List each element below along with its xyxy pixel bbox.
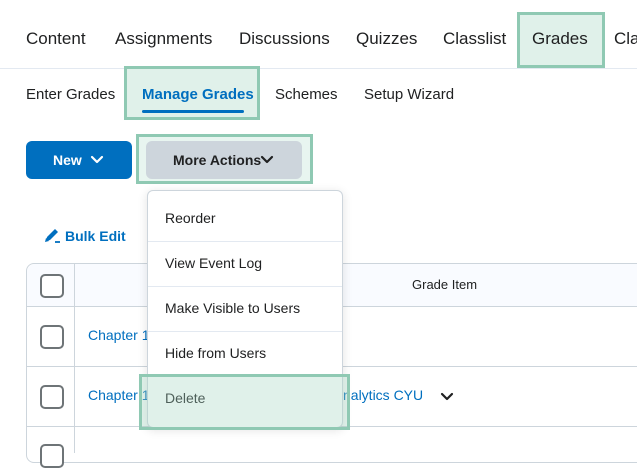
- menu-item-make-visible[interactable]: Make Visible to Users: [148, 287, 342, 332]
- chevron-down-icon: [260, 152, 274, 169]
- active-tab-indicator: [142, 110, 244, 113]
- row-checkbox[interactable]: [40, 444, 64, 468]
- subnav-enter-grades[interactable]: Enter Grades: [26, 86, 115, 103]
- subnav-setup-wizard[interactable]: Setup Wizard: [364, 86, 454, 103]
- delete-highlight: [139, 374, 350, 430]
- chevron-down-icon: [90, 152, 104, 169]
- new-button-label: New: [53, 152, 82, 168]
- menu-item-label: Reorder: [165, 210, 216, 226]
- new-button[interactable]: New: [26, 141, 132, 179]
- menu-item-label: View Event Log: [165, 255, 263, 271]
- nav-more-truncated[interactable]: Cla: [614, 29, 637, 49]
- nav-grades[interactable]: Grades: [532, 29, 588, 49]
- menu-item-label: Make Visible to Users: [165, 300, 301, 316]
- row-checkbox[interactable]: [40, 325, 64, 349]
- select-all-checkbox[interactable]: [40, 274, 64, 298]
- row-checkbox[interactable]: [40, 385, 64, 409]
- nav-discussions[interactable]: Discussions: [239, 29, 330, 49]
- grade-item-column-header[interactable]: Grade Item: [412, 277, 477, 292]
- bulk-edit-label: Bulk Edit: [65, 228, 126, 244]
- menu-item-hide-from-users[interactable]: Hide from Users: [148, 332, 342, 377]
- table-row-link-suffix[interactable]: nalytics CYU: [343, 387, 423, 403]
- menu-item-label: Hide from Users: [165, 345, 267, 361]
- nav-classlist[interactable]: Classlist: [443, 29, 506, 49]
- menu-item-view-event-log[interactable]: View Event Log: [148, 242, 342, 287]
- more-actions-button[interactable]: More Actions: [146, 141, 302, 179]
- nav-content[interactable]: Content: [26, 29, 86, 49]
- nav-quizzes[interactable]: Quizzes: [356, 29, 417, 49]
- pencil-icon: [45, 229, 60, 243]
- column-divider: [74, 263, 75, 453]
- more-actions-label: More Actions: [173, 152, 262, 168]
- nav-assignments[interactable]: Assignments: [115, 29, 212, 49]
- subnav-manage-grades[interactable]: Manage Grades: [142, 86, 254, 103]
- chevron-down-icon[interactable]: [440, 389, 454, 408]
- bulk-edit-button[interactable]: Bulk Edit: [43, 226, 126, 244]
- subnav-schemes[interactable]: Schemes: [275, 86, 338, 103]
- menu-item-reorder[interactable]: Reorder: [148, 197, 342, 242]
- table-row-link[interactable]: Chapter 1: [88, 327, 149, 343]
